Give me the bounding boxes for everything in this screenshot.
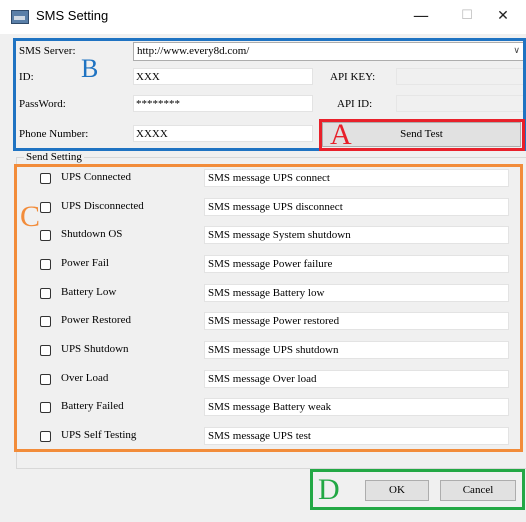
password-label: PassWord: xyxy=(19,98,66,110)
window-title: SMS Setting xyxy=(36,8,109,23)
annotation-letter-d: D xyxy=(318,473,340,506)
item-label: Over Load xyxy=(61,372,109,384)
annotation-letter-b: B xyxy=(81,54,99,83)
message-field[interactable]: SMS message UPS connect xyxy=(204,169,509,187)
phone-number-field[interactable]: XXXX xyxy=(133,125,313,142)
item-label: UPS Connected xyxy=(61,171,131,183)
checkbox-over-load[interactable] xyxy=(40,374,51,385)
item-label: UPS Disconnected xyxy=(61,200,144,212)
message-field[interactable]: SMS message Power restored xyxy=(204,312,509,330)
message-field[interactable]: SMS message Battery weak xyxy=(204,398,509,416)
checkbox-ups-self-testing[interactable] xyxy=(40,431,51,442)
item-label: Power Restored xyxy=(61,314,131,326)
close-button[interactable]: ✕ xyxy=(480,0,526,34)
checkbox-ups-connected[interactable] xyxy=(40,173,51,184)
sms-server-value: http://www.every8d.com/ xyxy=(137,45,250,57)
item-label: Battery Low xyxy=(61,286,117,298)
annotation-letter-a: A xyxy=(330,118,352,151)
message-field[interactable]: SMS message System shutdown xyxy=(204,226,509,244)
checkbox-power-fail[interactable] xyxy=(40,259,51,270)
sms-server-combobox[interactable]: http://www.every8d.com/ ∨ xyxy=(133,42,524,61)
checkbox-power-restored[interactable] xyxy=(40,316,51,327)
message-field[interactable]: SMS message Battery low xyxy=(204,284,509,302)
chevron-down-icon[interactable]: ∨ xyxy=(513,43,520,60)
phone-number-label: Phone Number: xyxy=(19,128,89,140)
password-field[interactable]: ******** xyxy=(133,95,313,112)
minimize-button[interactable]: — xyxy=(398,0,444,34)
annotation-letter-c: C xyxy=(20,200,41,233)
sms-server-label: SMS Server: xyxy=(19,45,76,57)
message-field[interactable]: SMS message UPS test xyxy=(204,427,509,445)
message-field[interactable]: SMS message Power failure xyxy=(204,255,509,273)
checkbox-ups-shutdown[interactable] xyxy=(40,345,51,356)
api-key-label: API KEY: xyxy=(330,71,376,83)
item-label: Battery Failed xyxy=(61,400,124,412)
id-label: ID: xyxy=(19,71,34,83)
cancel-button[interactable]: Cancel xyxy=(440,480,516,501)
id-field[interactable]: XXX xyxy=(133,68,313,85)
item-label: Power Fail xyxy=(61,257,109,269)
app-icon xyxy=(11,10,29,24)
send-setting-title: Send Setting xyxy=(24,151,84,163)
item-label: Shutdown OS xyxy=(61,228,123,240)
item-label: UPS Self Testing xyxy=(61,429,137,441)
checkbox-shutdown-os[interactable] xyxy=(40,230,51,241)
checkbox-ups-disconnected[interactable] xyxy=(40,202,51,213)
message-field[interactable]: SMS message Over load xyxy=(204,370,509,388)
ok-button[interactable]: OK xyxy=(365,480,429,501)
api-id-label: API ID: xyxy=(337,98,373,110)
title-bar: SMS Setting — ☐ ✕ xyxy=(0,0,526,34)
checkbox-battery-low[interactable] xyxy=(40,288,51,299)
api-key-field[interactable] xyxy=(396,68,524,85)
message-field[interactable]: SMS message UPS shutdown xyxy=(204,341,509,359)
item-label: UPS Shutdown xyxy=(61,343,129,355)
checkbox-battery-failed[interactable] xyxy=(40,402,51,413)
api-id-field[interactable] xyxy=(396,95,524,112)
message-field[interactable]: SMS message UPS disconnect xyxy=(204,198,509,216)
